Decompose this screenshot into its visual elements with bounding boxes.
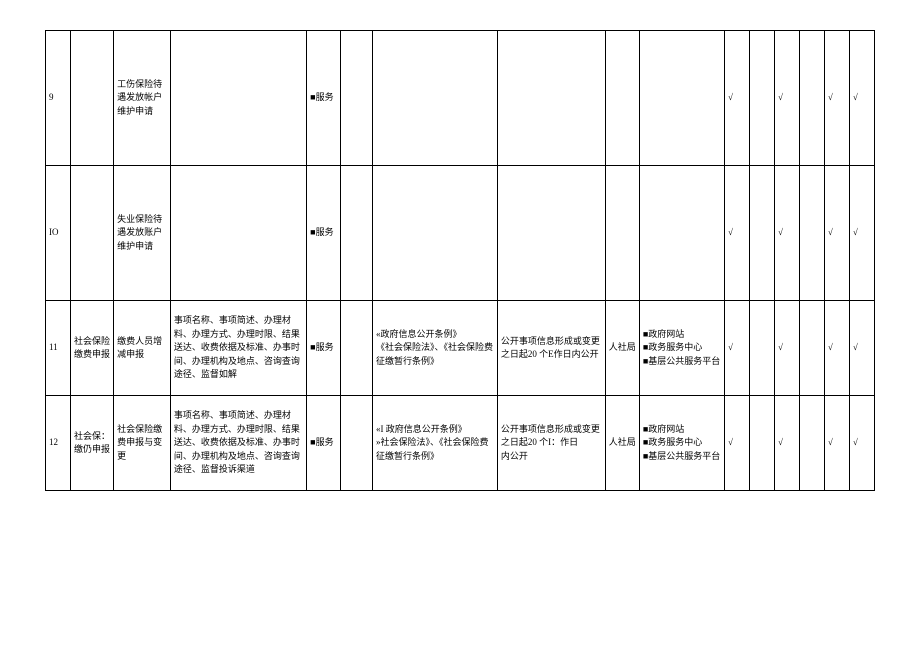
timing-cell bbox=[497, 166, 605, 301]
description-cell: 事项名称、事项简述、办理材料、办理方式、办理时限、结果送达、收费依据及标准、办事… bbox=[170, 301, 306, 396]
check-cell: √ bbox=[725, 166, 750, 301]
category-cell: 社会保险缴费申报 bbox=[70, 301, 113, 396]
timing-cell: 公开事项信息形成或变更之日起20 个I：作日 内公开 bbox=[497, 396, 605, 491]
check-cell bbox=[799, 31, 824, 166]
item-cell: 缴费人员增减申报 bbox=[114, 301, 171, 396]
dept-cell: 人社局 bbox=[605, 301, 639, 396]
blank-cell bbox=[341, 31, 373, 166]
check-cell bbox=[749, 31, 774, 166]
check-cell: √ bbox=[849, 166, 874, 301]
check-cell: √ bbox=[774, 166, 799, 301]
table-row: 12社会保：缴仍申报社会保险缴费申报与变更事项名称、事项简述、办理材料、办理方式… bbox=[46, 396, 875, 491]
table-row: 11社会保险缴费申报缴费人员增减申报事项名称、事项简述、办理材料、办理方式、办理… bbox=[46, 301, 875, 396]
check-cell bbox=[799, 396, 824, 491]
blank-cell bbox=[341, 301, 373, 396]
dept-cell bbox=[605, 31, 639, 166]
channel-cell bbox=[639, 31, 724, 166]
check-cell: √ bbox=[774, 301, 799, 396]
channel-cell bbox=[639, 166, 724, 301]
row-number: 9 bbox=[46, 31, 71, 166]
check-cell: √ bbox=[824, 31, 849, 166]
check-cell bbox=[749, 166, 774, 301]
basis-cell bbox=[373, 166, 498, 301]
item-cell: 社会保险缴费申报与变更 bbox=[114, 396, 171, 491]
check-cell: √ bbox=[774, 31, 799, 166]
description-cell bbox=[170, 31, 306, 166]
category-cell: 社会保：缴仍申报 bbox=[70, 396, 113, 491]
check-cell: √ bbox=[725, 31, 750, 166]
basis-cell bbox=[373, 31, 498, 166]
table-row: 9工伤保险待遇发放帐户维护申请■服务√√√√ bbox=[46, 31, 875, 166]
timing-cell: 公开事项信息形成或变更之日起20 个E作日内公开 bbox=[497, 301, 605, 396]
check-cell bbox=[799, 301, 824, 396]
basis-cell: «政府信息公开条例》 《社会保险法》、《社会保险费征缴暂行条例》 bbox=[373, 301, 498, 396]
check-cell bbox=[799, 166, 824, 301]
check-cell bbox=[749, 301, 774, 396]
type-cell: ■服务 bbox=[307, 31, 341, 166]
timing-cell bbox=[497, 31, 605, 166]
check-cell: √ bbox=[824, 396, 849, 491]
blank-cell bbox=[341, 396, 373, 491]
table-row: IO失业保险待遇发放账户维护申请■服务√√√√ bbox=[46, 166, 875, 301]
check-cell: √ bbox=[774, 396, 799, 491]
blank-cell bbox=[341, 166, 373, 301]
type-cell: ■服务 bbox=[307, 166, 341, 301]
check-cell: √ bbox=[725, 396, 750, 491]
check-cell: √ bbox=[849, 396, 874, 491]
item-cell: 失业保险待遇发放账户维护申请 bbox=[114, 166, 171, 301]
basis-cell: «I 政府信息公开条例》 »社会保险法》、《社会保险费征缴暂行条例》 bbox=[373, 396, 498, 491]
type-cell: ■服务 bbox=[307, 396, 341, 491]
description-cell: 事项名称、事项简述、办理材料、办理方式、办理时限、结果送达、收费依据及标准、办事… bbox=[170, 396, 306, 491]
dept-cell: 人社局 bbox=[605, 396, 639, 491]
category-cell bbox=[70, 166, 113, 301]
check-cell: √ bbox=[824, 166, 849, 301]
type-cell: ■服务 bbox=[307, 301, 341, 396]
row-number: IO bbox=[46, 166, 71, 301]
row-number: 11 bbox=[46, 301, 71, 396]
category-cell bbox=[70, 31, 113, 166]
item-cell: 工伤保险待遇发放帐户维护申请 bbox=[114, 31, 171, 166]
channel-cell: ■政府网站 ■政务服务中心 ■基层公共服务平台 bbox=[639, 301, 724, 396]
check-cell: √ bbox=[849, 31, 874, 166]
document-table: 9工伤保险待遇发放帐户维护申请■服务√√√√IO失业保险待遇发放账户维护申请■服… bbox=[45, 30, 875, 491]
check-cell: √ bbox=[725, 301, 750, 396]
check-cell: √ bbox=[824, 301, 849, 396]
dept-cell bbox=[605, 166, 639, 301]
channel-cell: ■政府网站 ■政务服务中心 ■基层公共服务平台 bbox=[639, 396, 724, 491]
check-cell bbox=[749, 396, 774, 491]
check-cell: √ bbox=[849, 301, 874, 396]
description-cell bbox=[170, 166, 306, 301]
row-number: 12 bbox=[46, 396, 71, 491]
